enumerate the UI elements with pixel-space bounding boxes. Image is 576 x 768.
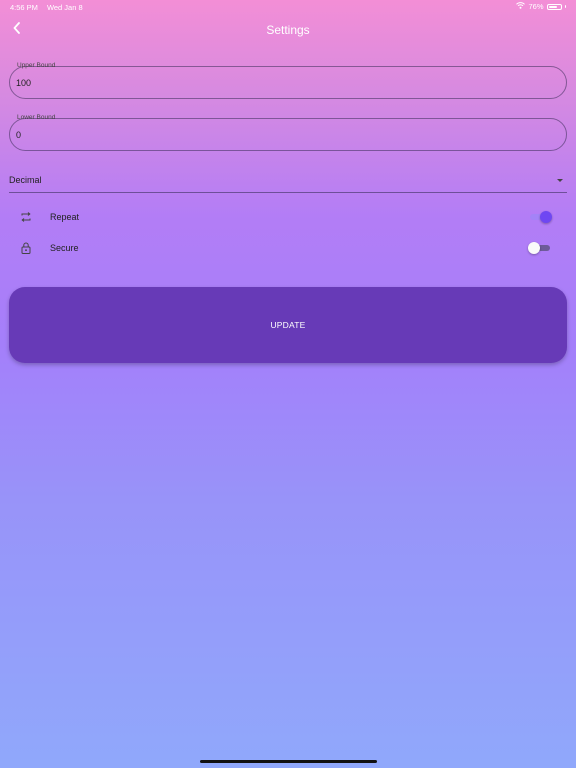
update-button[interactable]: UPDATE bbox=[9, 287, 567, 363]
caret-down-icon bbox=[557, 179, 563, 182]
wifi-icon bbox=[516, 2, 526, 11]
battery-icon bbox=[546, 3, 562, 10]
upper-bound-field: Upper Bound bbox=[9, 61, 567, 99]
battery-percent: 76% bbox=[528, 2, 544, 11]
repeat-row: Repeat bbox=[9, 204, 567, 230]
lower-bound-input[interactable] bbox=[16, 127, 416, 142]
repeat-switch[interactable] bbox=[528, 211, 552, 223]
repeat-icon bbox=[19, 210, 33, 224]
page-title: Settings bbox=[266, 23, 310, 37]
status-bar: 4:56 PM Wed Jan 8 76% bbox=[0, 0, 576, 14]
status-time: 4:56 PM bbox=[10, 3, 38, 12]
repeat-label: Repeat bbox=[50, 212, 80, 222]
home-indicator bbox=[200, 760, 377, 763]
app-header: Settings bbox=[0, 14, 576, 46]
number-type-dropdown[interactable]: Decimal bbox=[9, 169, 567, 193]
upper-bound-input[interactable] bbox=[16, 75, 416, 90]
upper-bound-label: Upper Bound bbox=[15, 61, 58, 71]
secure-label: Secure bbox=[50, 243, 79, 253]
lower-bound-field: Lower Bound bbox=[9, 113, 567, 151]
lower-bound-label: Lower Bound bbox=[15, 113, 58, 123]
lock-icon bbox=[19, 241, 33, 255]
secure-switch[interactable] bbox=[528, 242, 552, 254]
secure-row: Secure bbox=[9, 235, 567, 261]
status-date: Wed Jan 8 bbox=[46, 3, 83, 12]
dropdown-selected-value: Decimal bbox=[9, 175, 42, 185]
